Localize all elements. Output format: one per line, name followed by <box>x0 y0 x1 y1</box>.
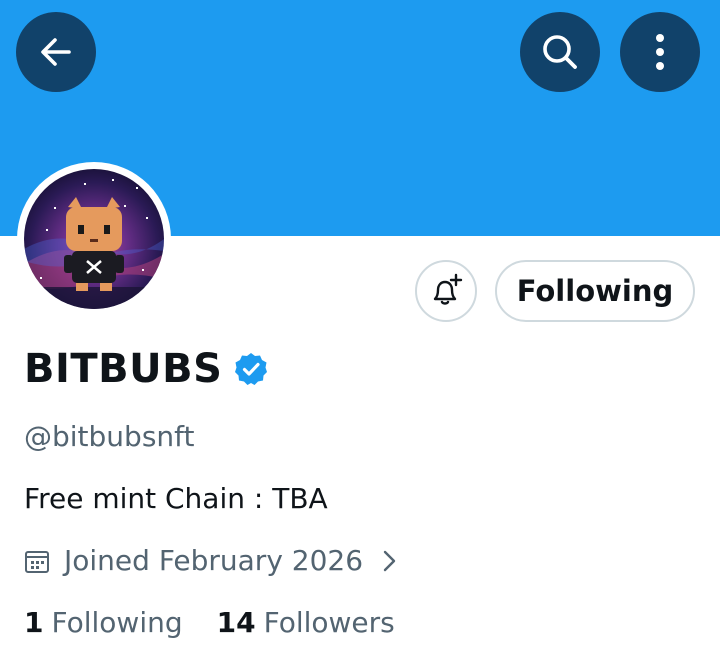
name-row: BITBUBS <box>24 346 268 392</box>
more-options-button[interactable] <box>620 12 700 92</box>
verified-badge-icon[interactable] <box>234 352 268 386</box>
profile-bio: Free mint Chain : TBA <box>24 482 328 515</box>
avatar[interactable] <box>24 169 164 309</box>
followers-stat[interactable]: 14 Followers <box>217 606 395 639</box>
followers-count: 14 <box>216 606 256 639</box>
avatar-frame <box>17 162 171 316</box>
following-label: Following <box>51 606 183 639</box>
search-icon <box>543 35 577 69</box>
following-count: 1 <box>24 606 44 639</box>
display-name: BITBUBS <box>24 346 223 392</box>
search-button[interactable] <box>520 12 600 92</box>
joined-date-row[interactable]: Joined February 2026 <box>24 544 397 577</box>
more-vertical-icon <box>656 34 664 70</box>
back-button[interactable] <box>16 12 96 92</box>
bell-plus-icon <box>433 273 463 305</box>
calendar-icon <box>25 550 49 573</box>
arrow-left-icon <box>41 38 71 66</box>
joined-date-text: Joined February 2026 <box>64 544 364 577</box>
user-handle: @bitbubsnft <box>24 420 195 453</box>
following-button[interactable]: Following <box>495 260 695 322</box>
followers-label: Followers <box>263 606 395 639</box>
following-stat[interactable]: 1 Following <box>24 606 183 639</box>
follow-stats: 1 Following 14 Followers <box>24 606 395 639</box>
chevron-right-icon <box>383 550 396 571</box>
notifications-button[interactable] <box>415 260 477 322</box>
